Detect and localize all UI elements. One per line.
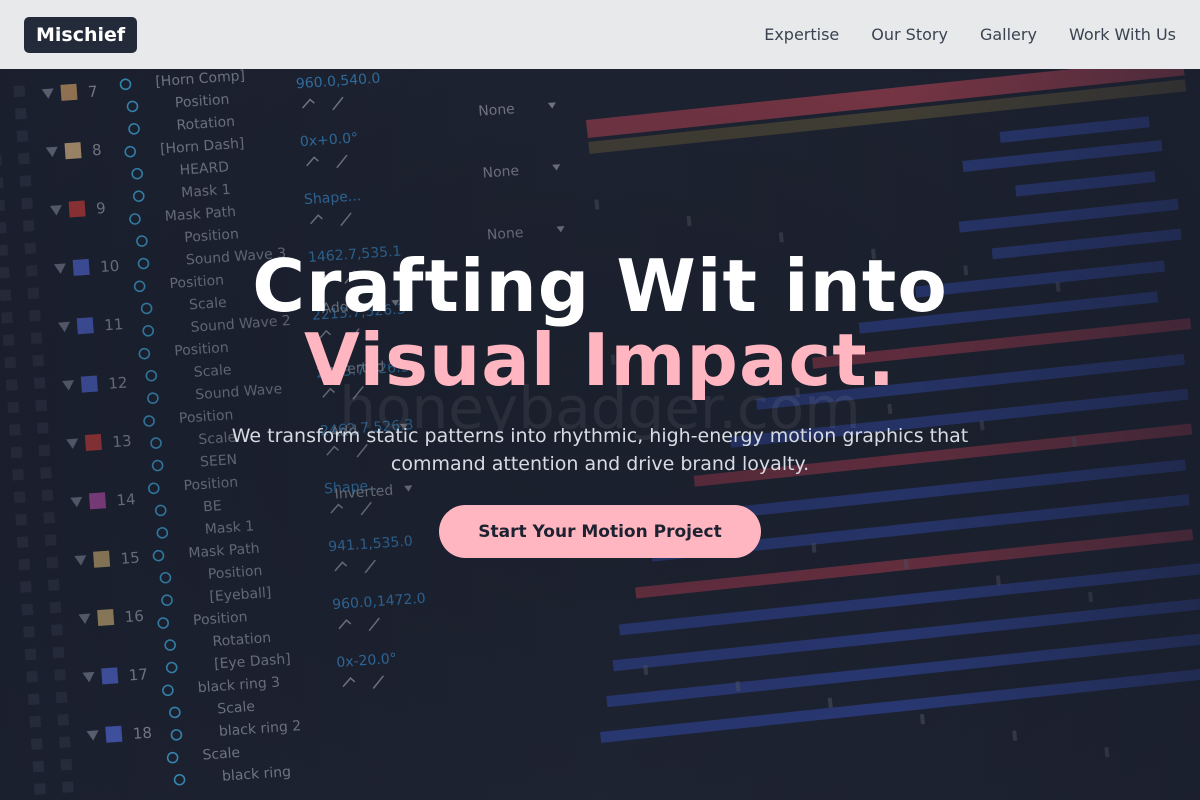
nav-link-expertise[interactable]: Expertise [764, 25, 839, 44]
hero-subtitle-line2: command attention and drive brand loyalt… [390, 453, 810, 475]
hero-headline-line1: Crafting Wit into [252, 244, 948, 328]
start-motion-project-button[interactable]: Start Your Motion Project [439, 505, 761, 558]
nav-link-work-with-us[interactable]: Work With Us [1069, 25, 1176, 44]
watermark-text: honeybadger.com [339, 374, 861, 442]
nav-link-our-story[interactable]: Our Story [871, 25, 948, 44]
nav-link-gallery[interactable]: Gallery [980, 25, 1037, 44]
hero-section: honeybadger.com Crafting Wit into Visual… [0, 69, 1200, 800]
top-navbar: Mischief Expertise Our Story Gallery Wor… [0, 0, 1200, 69]
landing-page: Mischief Expertise Our Story Gallery Wor… [0, 0, 1200, 800]
nav-links: Expertise Our Story Gallery Work With Us [764, 25, 1176, 44]
brand-logo[interactable]: Mischief [24, 16, 138, 53]
